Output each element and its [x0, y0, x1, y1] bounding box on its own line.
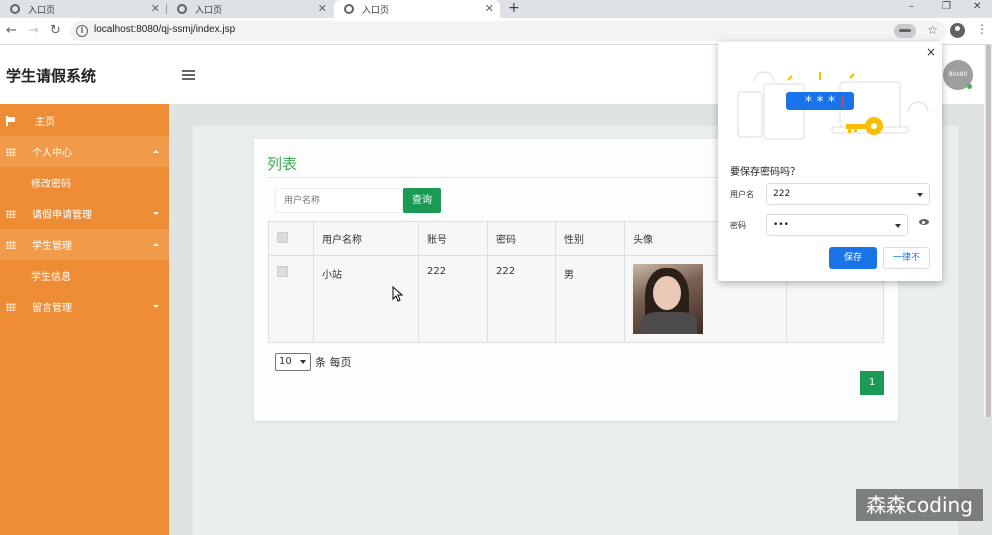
column-header: 性别 — [555, 221, 625, 256]
sidebar-item-student-info[interactable]: 学生信息 — [0, 260, 169, 291]
restore-button[interactable]: ❐ — [942, 0, 951, 14]
back-arrow-icon[interactable]: ← — [6, 23, 17, 39]
column-header: 密码 — [487, 221, 556, 256]
username-value: 222 — [773, 189, 791, 199]
watermark: 森森coding — [856, 489, 983, 521]
star-icon[interactable]: ☆ — [927, 23, 938, 37]
sidebar-item-student-management[interactable]: 学生管理 — [0, 229, 169, 260]
search-button[interactable]: 查询 — [403, 188, 441, 213]
key-icon[interactable] — [894, 24, 916, 38]
page-size-suffix: 条 每页 — [315, 356, 352, 369]
browser-tab-1[interactable]: 入口页 ✕ — [0, 0, 166, 18]
save-password-heading: 要保存密码吗？ — [730, 167, 800, 178]
globe-icon — [177, 4, 187, 14]
sidebar-item-change-password[interactable]: 修改密码 — [0, 167, 169, 198]
online-status-dot — [967, 84, 972, 89]
tab-label: 入口页 — [28, 5, 56, 16]
caret-up-icon — [153, 150, 159, 153]
profile-icon[interactable] — [950, 23, 965, 38]
omnibox[interactable]: i localhost:8080/qj-ssmj/index.jsp ☆ — [70, 21, 946, 41]
tab-label: 入口页 — [362, 5, 390, 16]
never-button[interactable]: 一律不 — [883, 247, 930, 269]
sidebar-item-label: 留言管理 — [32, 303, 72, 314]
dropdown-arrow-icon[interactable] — [917, 193, 923, 197]
globe-icon — [10, 4, 20, 14]
scrollbar-thumb[interactable] — [986, 45, 991, 417]
row-checkbox[interactable] — [277, 266, 288, 277]
avatar-photo — [633, 264, 703, 334]
card-title: 列表 — [267, 155, 298, 173]
close-icon[interactable]: × — [926, 45, 936, 59]
eye-icon[interactable] — [919, 219, 929, 225]
cell-account: 222 — [418, 255, 488, 343]
browser-tab-3[interactable]: 入口页 ✕ — [334, 0, 500, 18]
dropdown-arrow-icon[interactable] — [895, 224, 901, 228]
column-header: 账号 — [418, 221, 488, 256]
minimize-button[interactable]: – — [909, 0, 914, 14]
sidebar-item-label: 修改密码 — [31, 179, 71, 190]
caret-down-icon — [153, 305, 159, 308]
close-tab-icon[interactable]: ✕ — [485, 2, 494, 15]
forward-arrow-icon[interactable]: → — [28, 23, 39, 39]
password-value: ••• — [773, 220, 789, 230]
new-tab-button[interactable]: + — [508, 0, 520, 16]
column-header: 用户名称 — [313, 221, 419, 256]
site-info-icon[interactable]: i — [76, 25, 88, 37]
username-field[interactable]: 222 — [766, 183, 930, 205]
cell-password: 222 — [487, 255, 556, 343]
caret-up-icon — [153, 243, 159, 246]
grid-icon — [6, 302, 16, 311]
page-size-select[interactable]: 10 — [275, 353, 311, 371]
grid-icon — [6, 209, 16, 218]
password-field[interactable]: ••• — [766, 214, 908, 236]
save-password-dialog: × * * * 要保存密码吗？ 用户名 222 密码 ••• 保存 一律不 — [718, 42, 942, 281]
select-all-cell — [268, 221, 314, 256]
reload-icon[interactable]: ↻ — [50, 23, 61, 39]
sidebar-item-leave-management[interactable]: 请假申请管理 — [0, 198, 169, 229]
search-input[interactable] — [275, 188, 403, 213]
caret-down-icon — [153, 212, 159, 215]
sidebar-item-label: 主页 — [35, 117, 55, 128]
address-bar: ← → ↻ i localhost:8080/qj-ssmj/index.jsp… — [0, 18, 992, 45]
page-size-control: 10 条 每页 — [275, 353, 352, 371]
row-select-cell — [268, 255, 314, 343]
close-window-button[interactable]: ✕ — [973, 0, 981, 14]
sidebar-item-label: 请假申请管理 — [32, 210, 92, 221]
menu-dots-icon[interactable]: ⋮ — [976, 22, 988, 36]
mouse-cursor-icon — [392, 286, 403, 302]
app-title: 学生请假系统 — [6, 67, 97, 85]
sidebar-item-personal-center[interactable]: 个人中心 — [0, 136, 169, 167]
grid-icon — [6, 147, 16, 156]
hamburger-menu-icon[interactable] — [182, 70, 195, 82]
url-text[interactable]: localhost:8080/qj-ssmj/index.jsp — [94, 24, 235, 35]
select-all-checkbox[interactable] — [277, 231, 288, 243]
close-tab-icon[interactable]: ✕ — [318, 2, 327, 15]
cell-gender: 男 — [555, 255, 625, 343]
sidebar-item-home[interactable]: 主页 — [0, 105, 169, 136]
close-tab-icon[interactable]: ✕ — [151, 2, 160, 15]
save-button[interactable]: 保存 — [829, 247, 877, 269]
sidebar-item-label: 学生信息 — [31, 272, 71, 283]
password-illustration: * * * — [737, 71, 929, 140]
page-button-1[interactable]: 1 — [860, 371, 884, 395]
sidebar-item-message-management[interactable]: 留言管理 — [0, 291, 169, 322]
browser-tab-2[interactable]: 入口页 ✕ — [167, 0, 333, 18]
illustration-stars: * * * — [805, 94, 835, 110]
flag-icon — [6, 115, 16, 126]
grid-icon — [6, 240, 16, 249]
password-label: 密码 — [730, 221, 746, 230]
sidebar: 主页 个人中心 修改密码 请假申请管理 学生管理 学生信息 留言管理 — [0, 104, 169, 535]
username-label: 用户名 — [730, 190, 754, 199]
sidebar-item-label: 学生管理 — [32, 241, 72, 252]
browser-tab-bar: 入口页 ✕ 入口页 ✕ 入口页 ✕ + – ❐ ✕ — [0, 0, 992, 18]
sidebar-item-label: 个人中心 — [32, 148, 72, 159]
tab-label: 入口页 — [195, 5, 223, 16]
globe-icon — [344, 4, 354, 14]
